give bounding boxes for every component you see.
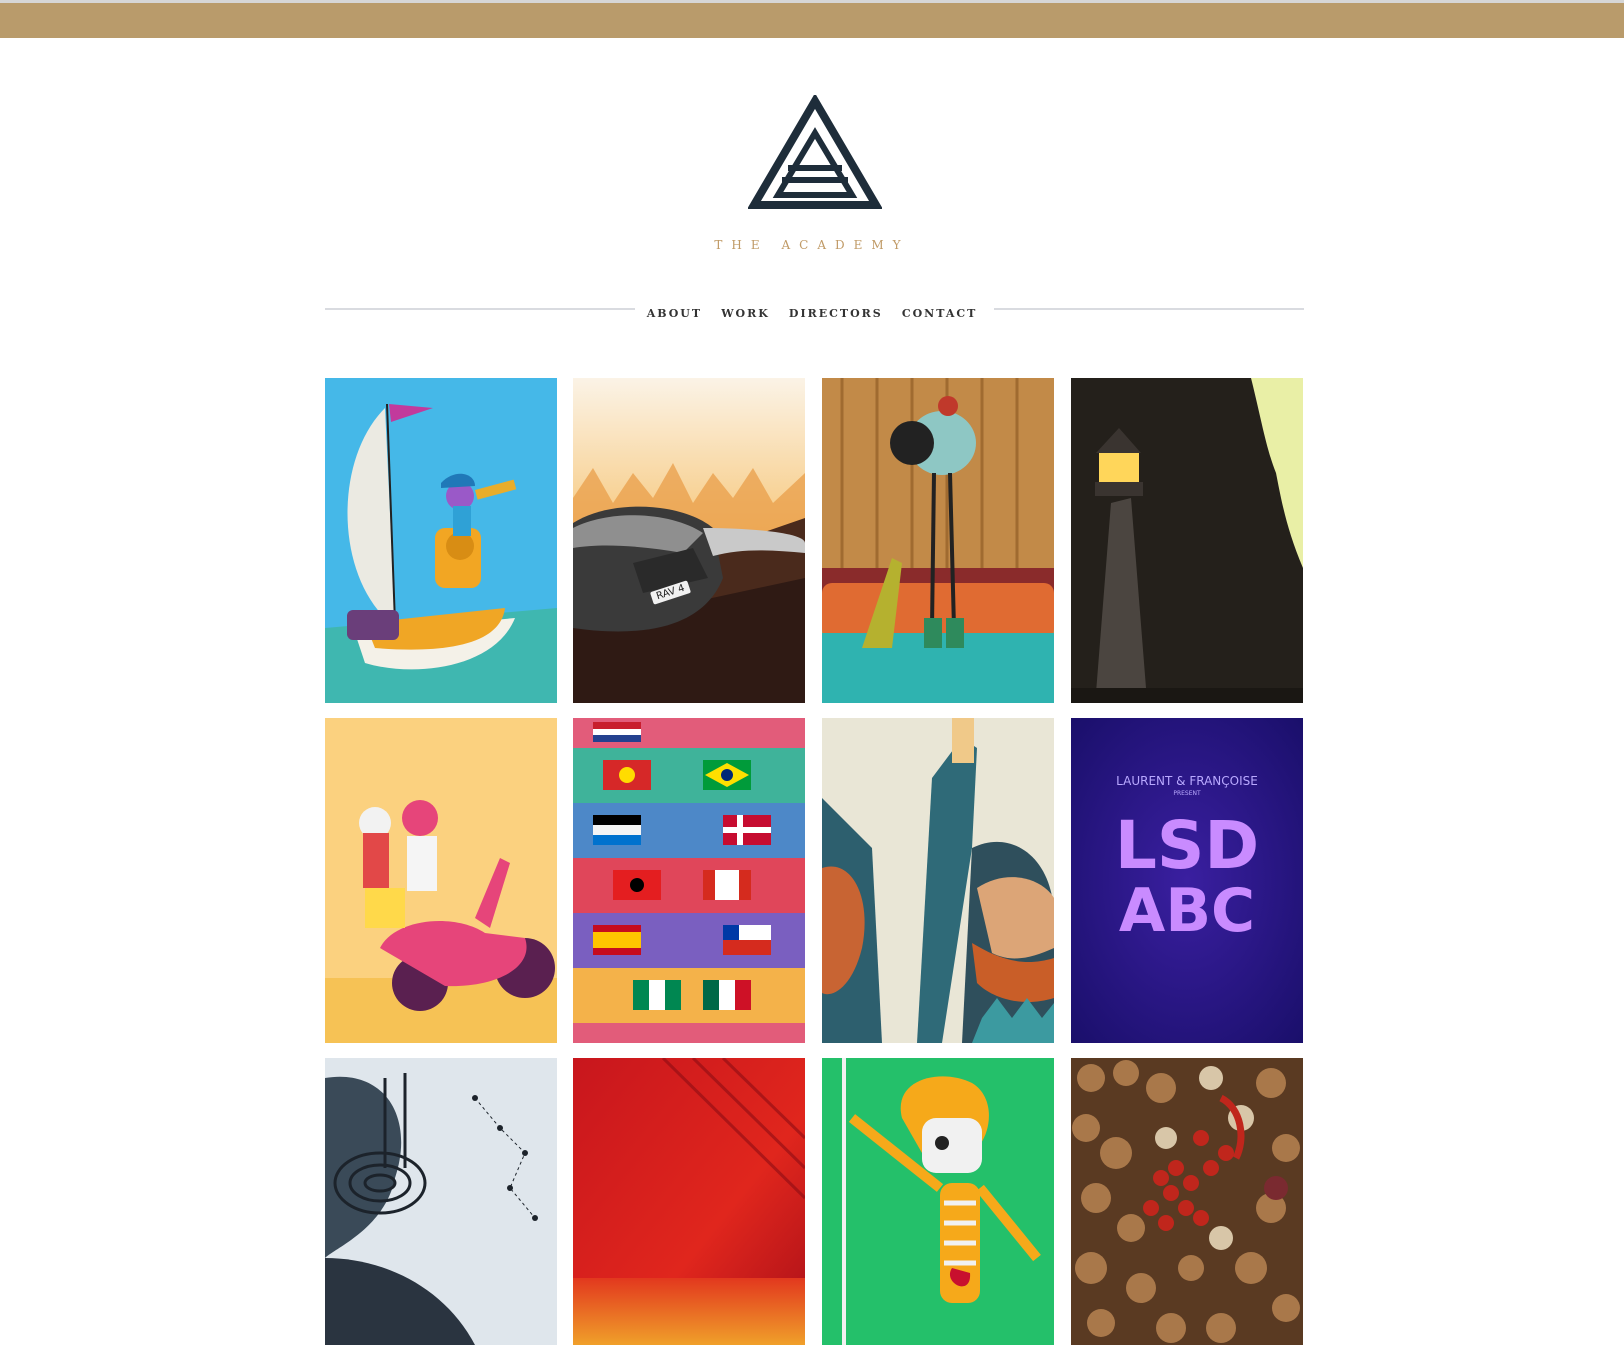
car-illustration-icon bbox=[573, 378, 805, 703]
sketch-illustration-icon bbox=[325, 1058, 557, 1345]
work-tile-rav4[interactable]: RAV 4 bbox=[573, 378, 805, 703]
work-tile-claymation[interactable] bbox=[822, 378, 1054, 703]
skeleton-illustration-icon bbox=[822, 1058, 1054, 1345]
beards-illustration-icon bbox=[822, 718, 1054, 1043]
claymation-illustration-icon bbox=[822, 378, 1054, 703]
work-tile-sketch[interactable] bbox=[325, 1058, 557, 1345]
work-tile-skeleton[interactable] bbox=[822, 1058, 1054, 1345]
nav-about[interactable]: ABOUT bbox=[647, 307, 702, 320]
lighthouse-illustration-icon bbox=[1071, 378, 1303, 703]
work-tile-vegetables[interactable] bbox=[1071, 1058, 1303, 1345]
lsd-line2: ABC bbox=[1118, 876, 1256, 946]
nav-work[interactable]: WORK bbox=[721, 307, 770, 320]
work-tile-flags[interactable] bbox=[573, 718, 805, 1043]
scooter-illustration-icon bbox=[325, 718, 557, 1043]
nav-directors[interactable]: DIRECTORS bbox=[789, 307, 883, 320]
work-tile-red-abstract[interactable] bbox=[573, 1058, 805, 1345]
flags-illustration-icon bbox=[573, 718, 805, 1043]
main-nav: ABOUT WORK DIRECTORS CONTACT bbox=[0, 302, 1624, 321]
work-tile-scooter[interactable] bbox=[325, 718, 557, 1043]
vegetables-photo-icon bbox=[1071, 1058, 1303, 1345]
work-tile-lighthouse[interactable] bbox=[1071, 378, 1303, 703]
work-tile-lsd-abc[interactable]: LAURENT & FRANÇOISE PRESENT LSD ABC bbox=[1071, 718, 1303, 1043]
accent-top-bar bbox=[0, 3, 1624, 38]
red-abstract-illustration-icon bbox=[573, 1058, 805, 1345]
work-tile-sailboat[interactable] bbox=[325, 378, 557, 703]
lsd-presenter: LAURENT & FRANÇOISE bbox=[1116, 774, 1258, 788]
lsd-line1: LSD bbox=[1114, 807, 1260, 884]
work-tile-beards[interactable] bbox=[822, 718, 1054, 1043]
nav-contact[interactable]: CONTACT bbox=[902, 307, 977, 320]
brand-name: THE ACADEMY bbox=[714, 238, 910, 252]
lsd-present: PRESENT bbox=[1173, 790, 1201, 797]
academy-logo-icon[interactable] bbox=[748, 95, 882, 211]
sailboat-illustration-icon bbox=[325, 378, 557, 703]
